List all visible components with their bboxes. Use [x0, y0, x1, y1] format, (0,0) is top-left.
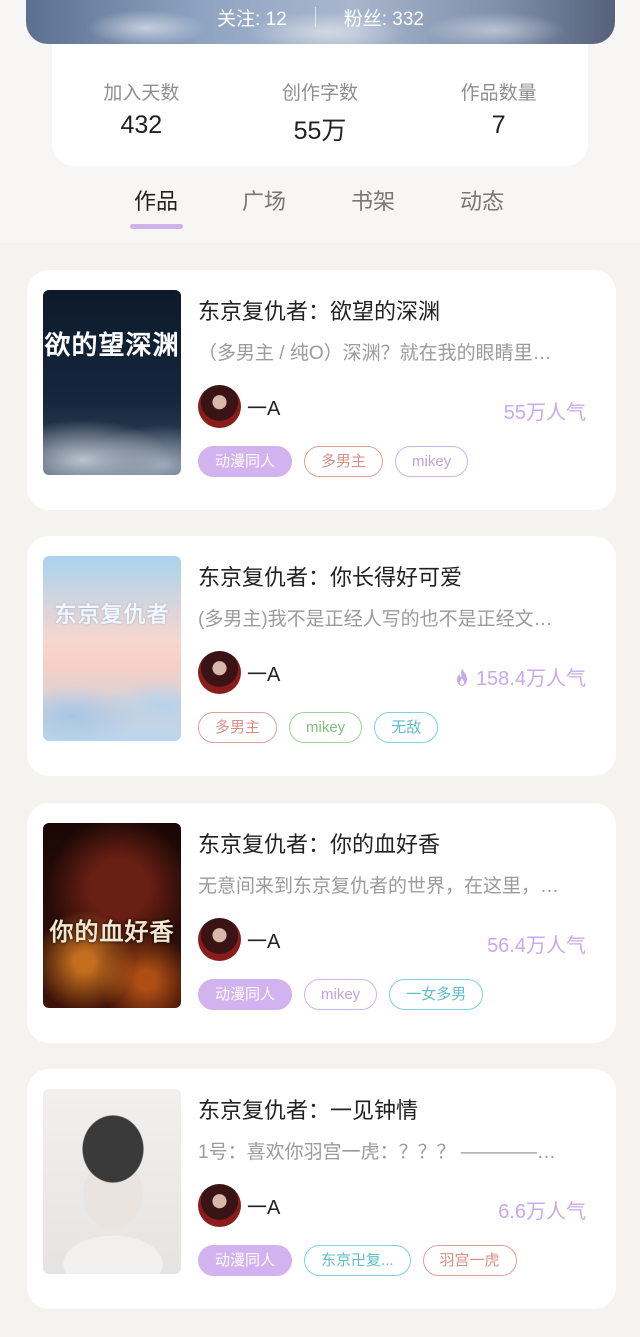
- book-description: 1号：喜欢你羽宫一虎：？？？ ————…: [198, 1142, 556, 1163]
- author-name: 一A: [247, 930, 281, 953]
- book-description: (多男主)我不是正经人写的也不是正经文…: [198, 609, 553, 630]
- book-cover[interactable]: 你的血好香: [43, 823, 181, 1008]
- stat-word-count: 创作字数 55万: [231, 44, 410, 166]
- tag[interactable]: 多男主: [198, 712, 278, 743]
- stat-works-count: 作品数量 7: [409, 44, 588, 166]
- stat-value: 55万: [293, 117, 347, 145]
- tab-square[interactable]: 广场: [242, 184, 286, 216]
- tag[interactable]: 羽宫一虎: [422, 1245, 517, 1276]
- work-card[interactable]: 东京复仇者：一见钟情 1号：喜欢你羽宫一虎：？？？ ————… 一A 6.6万人…: [27, 1069, 616, 1309]
- divider: [314, 7, 316, 27]
- book-cover[interactable]: [43, 1089, 181, 1274]
- author-info[interactable]: 一A: [198, 1183, 280, 1227]
- stat-join-days: 加入天数 432: [52, 44, 231, 166]
- tab-works[interactable]: 作品: [134, 184, 178, 216]
- profile-banner: 关注: 12 粉丝: 332: [26, 0, 615, 44]
- avatar: [198, 650, 241, 694]
- work-card[interactable]: 你的血好香 东京复仇者：你的血好香 无意间来到东京复仇者的世界，在这里，… 一A…: [27, 803, 616, 1043]
- cover-title-art: 东京复仇者: [54, 601, 170, 628]
- follow-stats-row: 关注: 12 粉丝: 332: [26, 2, 615, 32]
- tag-list: 动漫同人 东京卍复... 羽宫一虎: [198, 1245, 517, 1276]
- cover-title-art: 欲的望深渊: [44, 330, 180, 361]
- author-info[interactable]: 一A: [198, 650, 280, 694]
- work-card[interactable]: 欲的望深渊 东京复仇者：欲望的深渊 （多男主 / 纯O）深渊？就在我的眼睛里… …: [27, 270, 616, 510]
- author-info[interactable]: 一A: [198, 384, 280, 428]
- tab-activity[interactable]: 动态: [460, 184, 504, 216]
- book-cover[interactable]: 欲的望深渊: [43, 290, 181, 475]
- tag[interactable]: 东京卍复...: [304, 1245, 411, 1276]
- avatar: [198, 917, 241, 961]
- tag[interactable]: mikey: [289, 712, 363, 743]
- popularity: 55万人气: [504, 396, 586, 425]
- stat-value: 7: [491, 111, 506, 139]
- popularity-value: 6.6万人气: [498, 1201, 586, 1223]
- book-description: 无意间来到东京复仇者的世界，在这里，…: [198, 876, 560, 897]
- popularity-value: 158.4万人气: [475, 668, 586, 690]
- tag[interactable]: 无敌: [374, 712, 439, 743]
- tag[interactable]: 动漫同人: [198, 446, 293, 477]
- author-info[interactable]: 一A: [198, 917, 280, 961]
- popularity-value: 55万人气: [503, 402, 586, 424]
- popularity-value: 56.4万人气: [487, 935, 586, 957]
- profile-tabs: 作品 广场 书架 动态: [0, 180, 640, 240]
- book-title[interactable]: 东京复仇者：一见钟情: [198, 1093, 418, 1125]
- tag[interactable]: 多男主: [304, 446, 384, 477]
- tag[interactable]: mikey: [304, 979, 378, 1010]
- tag-list: 多男主 mikey 无敌: [198, 712, 439, 743]
- book-title[interactable]: 东京复仇者：你的血好香: [198, 827, 440, 859]
- active-tab-indicator: [130, 224, 183, 229]
- stat-label: 加入天数: [103, 83, 180, 104]
- avatar: [198, 1183, 241, 1227]
- stat-value: 432: [120, 111, 163, 139]
- avatar: [198, 384, 241, 428]
- author-name: 一A: [247, 397, 281, 420]
- author-name: 一A: [247, 663, 281, 686]
- tag[interactable]: 一女多男: [389, 979, 484, 1010]
- popularity: 158.4万人气: [454, 662, 586, 691]
- popularity: 6.6万人气: [498, 1195, 586, 1224]
- fans-count[interactable]: 粉丝: 332: [344, 4, 424, 31]
- book-cover[interactable]: 东京复仇者: [43, 556, 181, 741]
- tag[interactable]: 动漫同人: [198, 1245, 293, 1276]
- stats-card: 加入天数 432 创作字数 55万 作品数量 7: [52, 44, 588, 166]
- author-name: 一A: [247, 1196, 281, 1219]
- work-card[interactable]: 东京复仇者 东京复仇者：你长得好可爱 (多男主)我不是正经人写的也不是正经文… …: [27, 536, 616, 776]
- tab-bookshelf[interactable]: 书架: [351, 184, 395, 216]
- fire-icon: [456, 667, 467, 686]
- following-count[interactable]: 关注: 12: [217, 4, 287, 31]
- book-title[interactable]: 东京复仇者：你长得好可爱: [198, 560, 462, 592]
- stat-label: 作品数量: [460, 83, 537, 104]
- book-description: （多男主 / 纯O）深渊？就在我的眼睛里…: [198, 343, 552, 364]
- popularity: 56.4万人气: [487, 929, 586, 958]
- tag[interactable]: mikey: [395, 446, 469, 477]
- tag[interactable]: 动漫同人: [198, 979, 293, 1010]
- book-title[interactable]: 东京复仇者：欲望的深渊: [198, 294, 440, 326]
- stat-label: 创作字数: [282, 83, 359, 104]
- cover-title-art: 你的血好香: [49, 916, 175, 946]
- tag-list: 动漫同人 多男主 mikey: [198, 446, 469, 477]
- tag-list: 动漫同人 mikey 一女多男: [198, 979, 484, 1010]
